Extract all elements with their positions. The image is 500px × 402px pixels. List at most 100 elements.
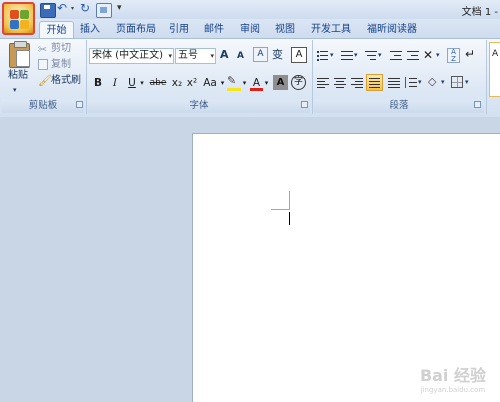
tab-foxit-reader[interactable]: 福昕阅读器 — [362, 21, 422, 38]
office-logo-green — [20, 10, 29, 19]
watermark-url: jingyan.baidu.com — [420, 386, 486, 394]
borders-dropdown-icon[interactable]: ▾ — [465, 78, 469, 86]
copy-button[interactable]: 复制 — [51, 58, 71, 72]
numbering-icon[interactable] — [340, 49, 353, 62]
decrease-indent-icon[interactable] — [389, 49, 402, 62]
style-gallery-sample: A — [492, 49, 499, 59]
line-spacing-dropdown-icon[interactable]: ▾ — [418, 78, 422, 86]
clear-formatting-icon[interactable]: A — [253, 47, 268, 62]
strikethrough-button[interactable]: abe — [148, 76, 168, 90]
multilevel-list-icon[interactable] — [364, 49, 377, 62]
font-name-value: 宋体 (中文正文) — [92, 50, 163, 61]
tab-developer[interactable]: 开发工具 — [306, 21, 356, 38]
show-formatting-marks-icon[interactable]: ↵ — [465, 47, 475, 61]
cut-button[interactable]: 剪切 — [51, 42, 71, 56]
paragraph-launcher-icon[interactable] — [474, 101, 481, 108]
tab-view[interactable]: 视图 — [271, 21, 299, 38]
save-icon[interactable] — [40, 3, 56, 18]
cut-icon[interactable]: ✂ — [38, 43, 47, 56]
multilevel-dropdown-icon[interactable]: ▾ — [378, 51, 382, 59]
shrink-font-button[interactable]: A — [237, 49, 244, 63]
watermark-logo: Bai 经验 — [419, 366, 486, 385]
shading-dropdown-icon[interactable]: ▾ — [441, 78, 445, 86]
bullets-icon[interactable] — [316, 49, 329, 62]
paste-dropdown-icon[interactable]: ▾ — [13, 83, 17, 97]
office-button[interactable] — [2, 2, 35, 35]
chevron-down-icon[interactable]: ▾ — [168, 49, 172, 63]
margin-corner-mark — [271, 209, 290, 210]
tab-insert[interactable]: 插入 — [76, 21, 104, 38]
enclose-characters-label: 字 — [293, 77, 303, 87]
borders-icon[interactable] — [451, 76, 463, 88]
paragraph-group-label: 段落 — [314, 99, 484, 113]
shading-icon[interactable]: ◇ — [428, 75, 436, 88]
sort-icon[interactable]: AZ — [447, 48, 460, 63]
font-size-combo[interactable]: 五号 ▾ — [175, 48, 216, 64]
subscript-button[interactable]: x₂ — [170, 76, 184, 90]
underline-button[interactable]: U — [126, 76, 138, 90]
underline-dropdown-icon[interactable]: ▾ — [138, 76, 146, 90]
font-color-bar — [250, 88, 263, 91]
format-painter-button[interactable]: 格式刷 — [51, 74, 81, 88]
paste-button[interactable]: 粘贴 — [8, 69, 28, 83]
superscript-button[interactable]: x² — [185, 76, 199, 90]
format-painter-icon[interactable]: 🖌 — [38, 74, 52, 87]
undo-icon[interactable]: ↶ — [57, 2, 71, 15]
office-logo-blue — [10, 20, 19, 29]
distributed-icon[interactable] — [387, 76, 400, 89]
tab-review[interactable]: 审阅 — [236, 21, 264, 38]
character-shading-label: A — [276, 77, 285, 88]
tab-references[interactable]: 引用 — [165, 21, 193, 38]
align-right-icon[interactable] — [350, 76, 363, 89]
document-page[interactable] — [192, 133, 500, 402]
bullets-dropdown-icon[interactable]: ▾ — [330, 51, 334, 59]
margin-corner-mark-vertical — [289, 191, 290, 210]
character-border-icon[interactable]: A — [291, 47, 307, 63]
watermark: Bai 经验 jingyan.baidu.com — [419, 366, 486, 397]
numbering-dropdown-icon[interactable]: ▾ — [354, 51, 358, 59]
print-preview-icon[interactable] — [96, 3, 112, 18]
font-name-combo[interactable]: 宋体 (中文正文) ▾ — [89, 48, 174, 64]
chinese-layout-icon[interactable]: ✕ — [423, 48, 433, 62]
grow-font-button[interactable]: A — [220, 48, 229, 62]
undo-dropdown-icon[interactable]: ▾ — [71, 5, 74, 12]
group-separator — [86, 40, 87, 114]
clipboard-launcher-icon[interactable] — [76, 101, 83, 108]
paste-icon[interactable] — [9, 41, 30, 68]
font-group-label: 字体 — [88, 99, 310, 113]
font-launcher-icon[interactable] — [301, 101, 308, 108]
copy-icon[interactable] — [38, 59, 48, 70]
align-center-icon[interactable] — [333, 76, 346, 89]
window-title: 文档 1 - — [461, 7, 498, 18]
highlight-dropdown-icon[interactable]: ▾ — [241, 76, 248, 90]
chinese-layout-dropdown-icon[interactable]: ▾ — [436, 51, 440, 59]
office-logo-icon — [10, 10, 19, 19]
group-separator — [312, 40, 313, 114]
italic-button[interactable]: I — [108, 76, 122, 90]
line-spacing-icon[interactable] — [404, 76, 417, 89]
character-shading-button[interactable]: A — [273, 75, 288, 90]
chevron-down-icon[interactable]: ▾ — [210, 49, 214, 63]
text-cursor — [289, 212, 290, 225]
highlight-color-bar — [227, 88, 241, 91]
enclose-characters-button[interactable]: 字 — [291, 75, 306, 90]
group-separator — [486, 40, 487, 114]
font-color-dropdown-icon[interactable]: ▾ — [263, 76, 270, 90]
font-size-value: 五号 — [178, 50, 198, 61]
tab-mailings[interactable]: 邮件 — [200, 21, 228, 38]
customize-toolbar-icon[interactable]: ▾ — [117, 3, 122, 13]
title-bar — [0, 0, 500, 19]
bold-button[interactable]: B — [91, 76, 105, 90]
highlighter-icon[interactable]: ✎ — [227, 75, 240, 88]
tab-home[interactable]: 开始 — [39, 21, 74, 39]
office-logo-yellow — [20, 20, 29, 29]
change-case-button[interactable]: Aa — [201, 76, 219, 90]
increase-indent-icon[interactable] — [406, 49, 419, 62]
tab-page-layout[interactable]: 页面布局 — [111, 21, 161, 38]
style-gallery-item[interactable]: A — [489, 42, 500, 97]
justify-icon[interactable] — [366, 74, 383, 91]
align-left-icon[interactable] — [316, 76, 329, 89]
phonetic-guide-button[interactable]: 变 — [272, 48, 283, 62]
change-case-dropdown-icon[interactable]: ▾ — [219, 76, 226, 90]
redo-icon[interactable]: ↻ — [80, 2, 94, 15]
